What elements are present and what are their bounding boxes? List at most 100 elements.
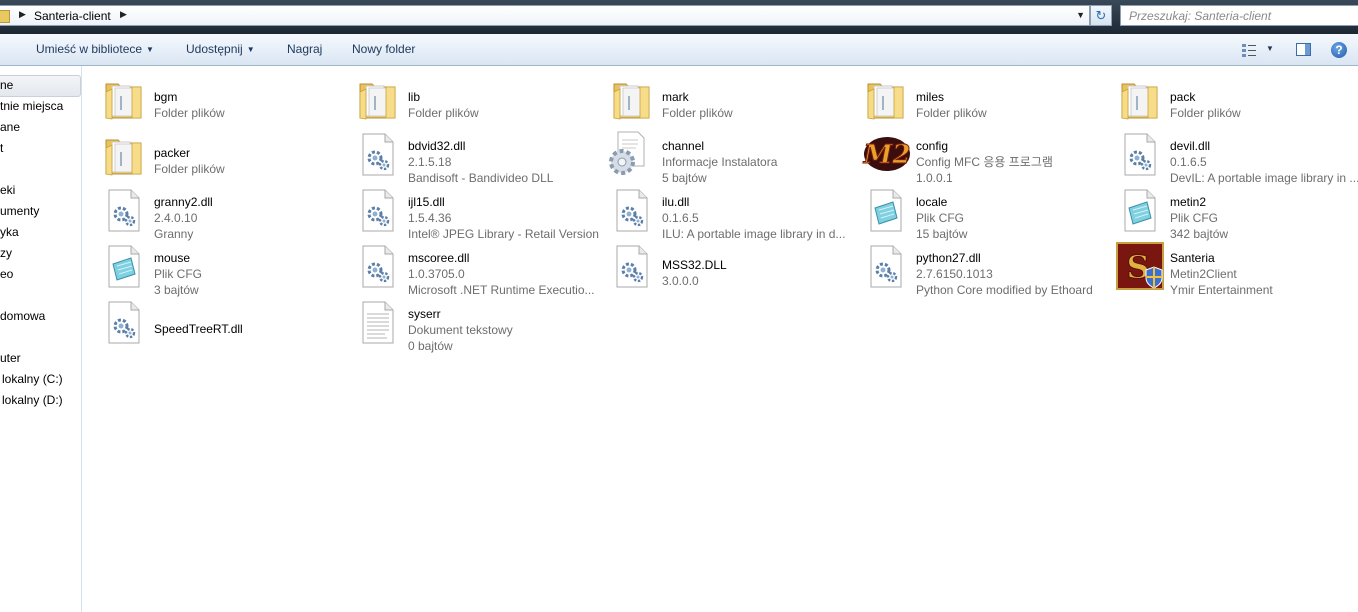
file-detail: 1.5.4.36: [408, 211, 452, 225]
file-name: granny2.dll: [154, 195, 213, 209]
file-detail: Python Core modified by Ethoard: [916, 283, 1093, 297]
file-item-python27-dll[interactable]: python27.dll 2.7.6150.1013 Python Core mod…: [866, 242, 1116, 297]
file-name: lib: [408, 90, 421, 104]
file-detail: Dokument tekstowy: [408, 323, 513, 337]
file-detail: Folder plików: [916, 106, 987, 120]
file-name: bdvid32.dll: [408, 139, 466, 153]
nav-item[interactable]: uter: [0, 351, 21, 365]
file-item-channel[interactable]: channel Informacje Instalatora 5 bajtów: [609, 130, 862, 185]
file-name: channel: [662, 139, 705, 153]
file-item-santeria[interactable]: S Santeria Metin2Client Ymir Entertainment: [1116, 242, 1358, 297]
share-label: Udostępnij: [186, 42, 243, 56]
svg-text:M2: M2: [863, 140, 911, 170]
file-detail: Folder plików: [1170, 106, 1241, 120]
nav-item[interactable]: ne: [0, 78, 13, 92]
file-detail: Plik CFG: [916, 211, 964, 225]
preview-pane-icon[interactable]: [1296, 43, 1311, 56]
file-item-mouse[interactable]: mouse Plik CFG 3 bajtów: [104, 242, 354, 297]
file-detail: Plik CFG: [1170, 211, 1218, 225]
file-detail: 0.1.6.5: [1170, 155, 1207, 169]
txt-icon: [358, 298, 398, 346]
file-item-mark[interactable]: mark Folder plików: [612, 74, 862, 126]
library-button[interactable]: Umieść w bibliotece ▼: [36, 42, 154, 56]
share-button[interactable]: Udostępnij ▼: [186, 42, 255, 56]
file-name: Santeria: [1170, 251, 1215, 265]
new-folder-button[interactable]: Nowy folder: [352, 42, 415, 56]
file-item-lib[interactable]: lib Folder plików: [358, 74, 608, 126]
address-bar[interactable]: ▶ Santeria-client ▶ ▼: [0, 5, 1090, 26]
file-name: devil.dll: [1170, 139, 1211, 153]
file-item-locale[interactable]: locale Plik CFG 15 bajtów: [866, 186, 1116, 241]
file-detail: Informacje Instalatora: [662, 155, 778, 169]
nav-item[interactable]: eo: [0, 267, 13, 281]
dll-icon: [104, 298, 144, 346]
dll-icon: [358, 186, 398, 234]
file-detail: Granny: [154, 227, 194, 241]
file-detail: 1.0.3705.0: [408, 267, 465, 281]
nav-item[interactable]: zy: [0, 246, 12, 260]
file-item-speedtreert-dll[interactable]: SpeedTreeRT.dll: [104, 298, 354, 350]
file-item-ijl15-dll[interactable]: ijl15.dll 1.5.4.36 Intel® JPEG Library - R…: [358, 186, 608, 241]
file-detail: DevIL: A portable image library in ...: [1170, 171, 1358, 185]
breadcrumb-arrow-icon[interactable]: ▶: [120, 9, 127, 20]
cfg-icon: [104, 242, 144, 290]
file-name: bgm: [154, 90, 178, 104]
file-item-granny2-dll[interactable]: granny2.dll 2.4.0.10 Granny: [104, 186, 354, 241]
file-detail: 5 bajtów: [662, 171, 707, 185]
nav-item[interactable]: ane: [0, 120, 20, 134]
file-name: metin2: [1170, 195, 1207, 209]
file-detail: Microsoft .NET Runtime Executio...: [408, 283, 595, 297]
nav-item[interactable]: umenty: [0, 204, 39, 218]
breadcrumb-arrow-icon[interactable]: ▶: [19, 9, 26, 20]
breadcrumb-santeria-client[interactable]: Santeria-client: [34, 9, 111, 23]
folder-icon: [104, 130, 144, 178]
nav-item[interactable]: t: [0, 141, 3, 155]
file-item-mss32-dll[interactable]: MSS32.DLL 3.0.0.0: [612, 242, 862, 294]
library-label: Umieść w bibliotece: [36, 42, 143, 56]
view-dropdown-icon[interactable]: ▼: [1266, 44, 1274, 53]
file-detail: 3.0.0.0: [662, 274, 699, 288]
file-name: miles: [916, 90, 945, 104]
file-item-config[interactable]: M2 config Config MFC 응용 프로그램 1.0.0.1: [862, 130, 1116, 185]
file-detail: Config MFC 응용 프로그램: [916, 155, 1053, 169]
file-item-packer[interactable]: packer Folder plików: [104, 130, 354, 182]
nav-item[interactable]: domowa: [0, 309, 45, 323]
file-item-bgm[interactable]: bgm Folder plików: [104, 74, 354, 126]
file-item-devil-dll[interactable]: devil.dll 0.1.6.5 DevIL: A portable image …: [1120, 130, 1358, 185]
nav-item[interactable]: lokalny (D:): [2, 393, 63, 407]
address-dropdown-icon[interactable]: ▼: [1076, 10, 1085, 20]
file-detail: Bandisoft - Bandivideo DLL: [408, 171, 554, 185]
view-options-icon[interactable]: [1241, 42, 1257, 58]
file-detail: 2.7.6150.1013: [916, 267, 993, 281]
file-item-syserr[interactable]: syserr Dokument tekstowy 0 bajtów: [358, 298, 608, 353]
file-detail: 342 bajtów: [1170, 227, 1229, 241]
file-detail: 0 bajtów: [408, 339, 453, 353]
nav-item[interactable]: yka: [0, 225, 19, 239]
help-icon[interactable]: ?: [1331, 42, 1347, 58]
burn-button[interactable]: Nagraj: [287, 42, 322, 56]
search-input[interactable]: Przeszukaj: Santeria-client: [1120, 5, 1358, 26]
file-name: ilu.dll: [662, 195, 690, 209]
dll-icon: [612, 186, 652, 234]
file-name: mouse: [154, 251, 191, 265]
refresh-button[interactable]: ↻: [1090, 5, 1112, 26]
file-name: SpeedTreeRT.dll: [154, 322, 243, 336]
file-name: mark: [662, 90, 689, 104]
chevron-down-icon: ▼: [146, 45, 154, 54]
dll-icon: [866, 242, 906, 290]
folder-icon: [0, 10, 10, 23]
file-detail: Metin2Client: [1170, 267, 1237, 281]
setup-icon: [606, 130, 646, 178]
nav-item[interactable]: lokalny (C:): [2, 372, 63, 386]
file-item-bdvid32-dll[interactable]: bdvid32.dll 2.1.5.18 Bandisoft - Bandivide…: [358, 130, 608, 185]
file-name: pack: [1170, 90, 1196, 104]
file-item-metin2[interactable]: metin2 Plik CFG 342 bajtów: [1120, 186, 1358, 241]
file-detail: Folder plików: [408, 106, 479, 120]
file-item-miles[interactable]: miles Folder plików: [866, 74, 1116, 126]
nav-item[interactable]: eki: [0, 183, 15, 197]
file-item-ilu-dll[interactable]: ilu.dll 0.1.6.5 ILU: A portable image libr…: [612, 186, 862, 241]
file-item-mscoree-dll[interactable]: mscoree.dll 1.0.3705.0 Microsoft .NET Runt…: [358, 242, 608, 297]
dll-icon: [358, 242, 398, 290]
nav-item[interactable]: tnie miejsca: [0, 99, 63, 113]
file-item-pack[interactable]: pack Folder plików: [1120, 74, 1358, 126]
